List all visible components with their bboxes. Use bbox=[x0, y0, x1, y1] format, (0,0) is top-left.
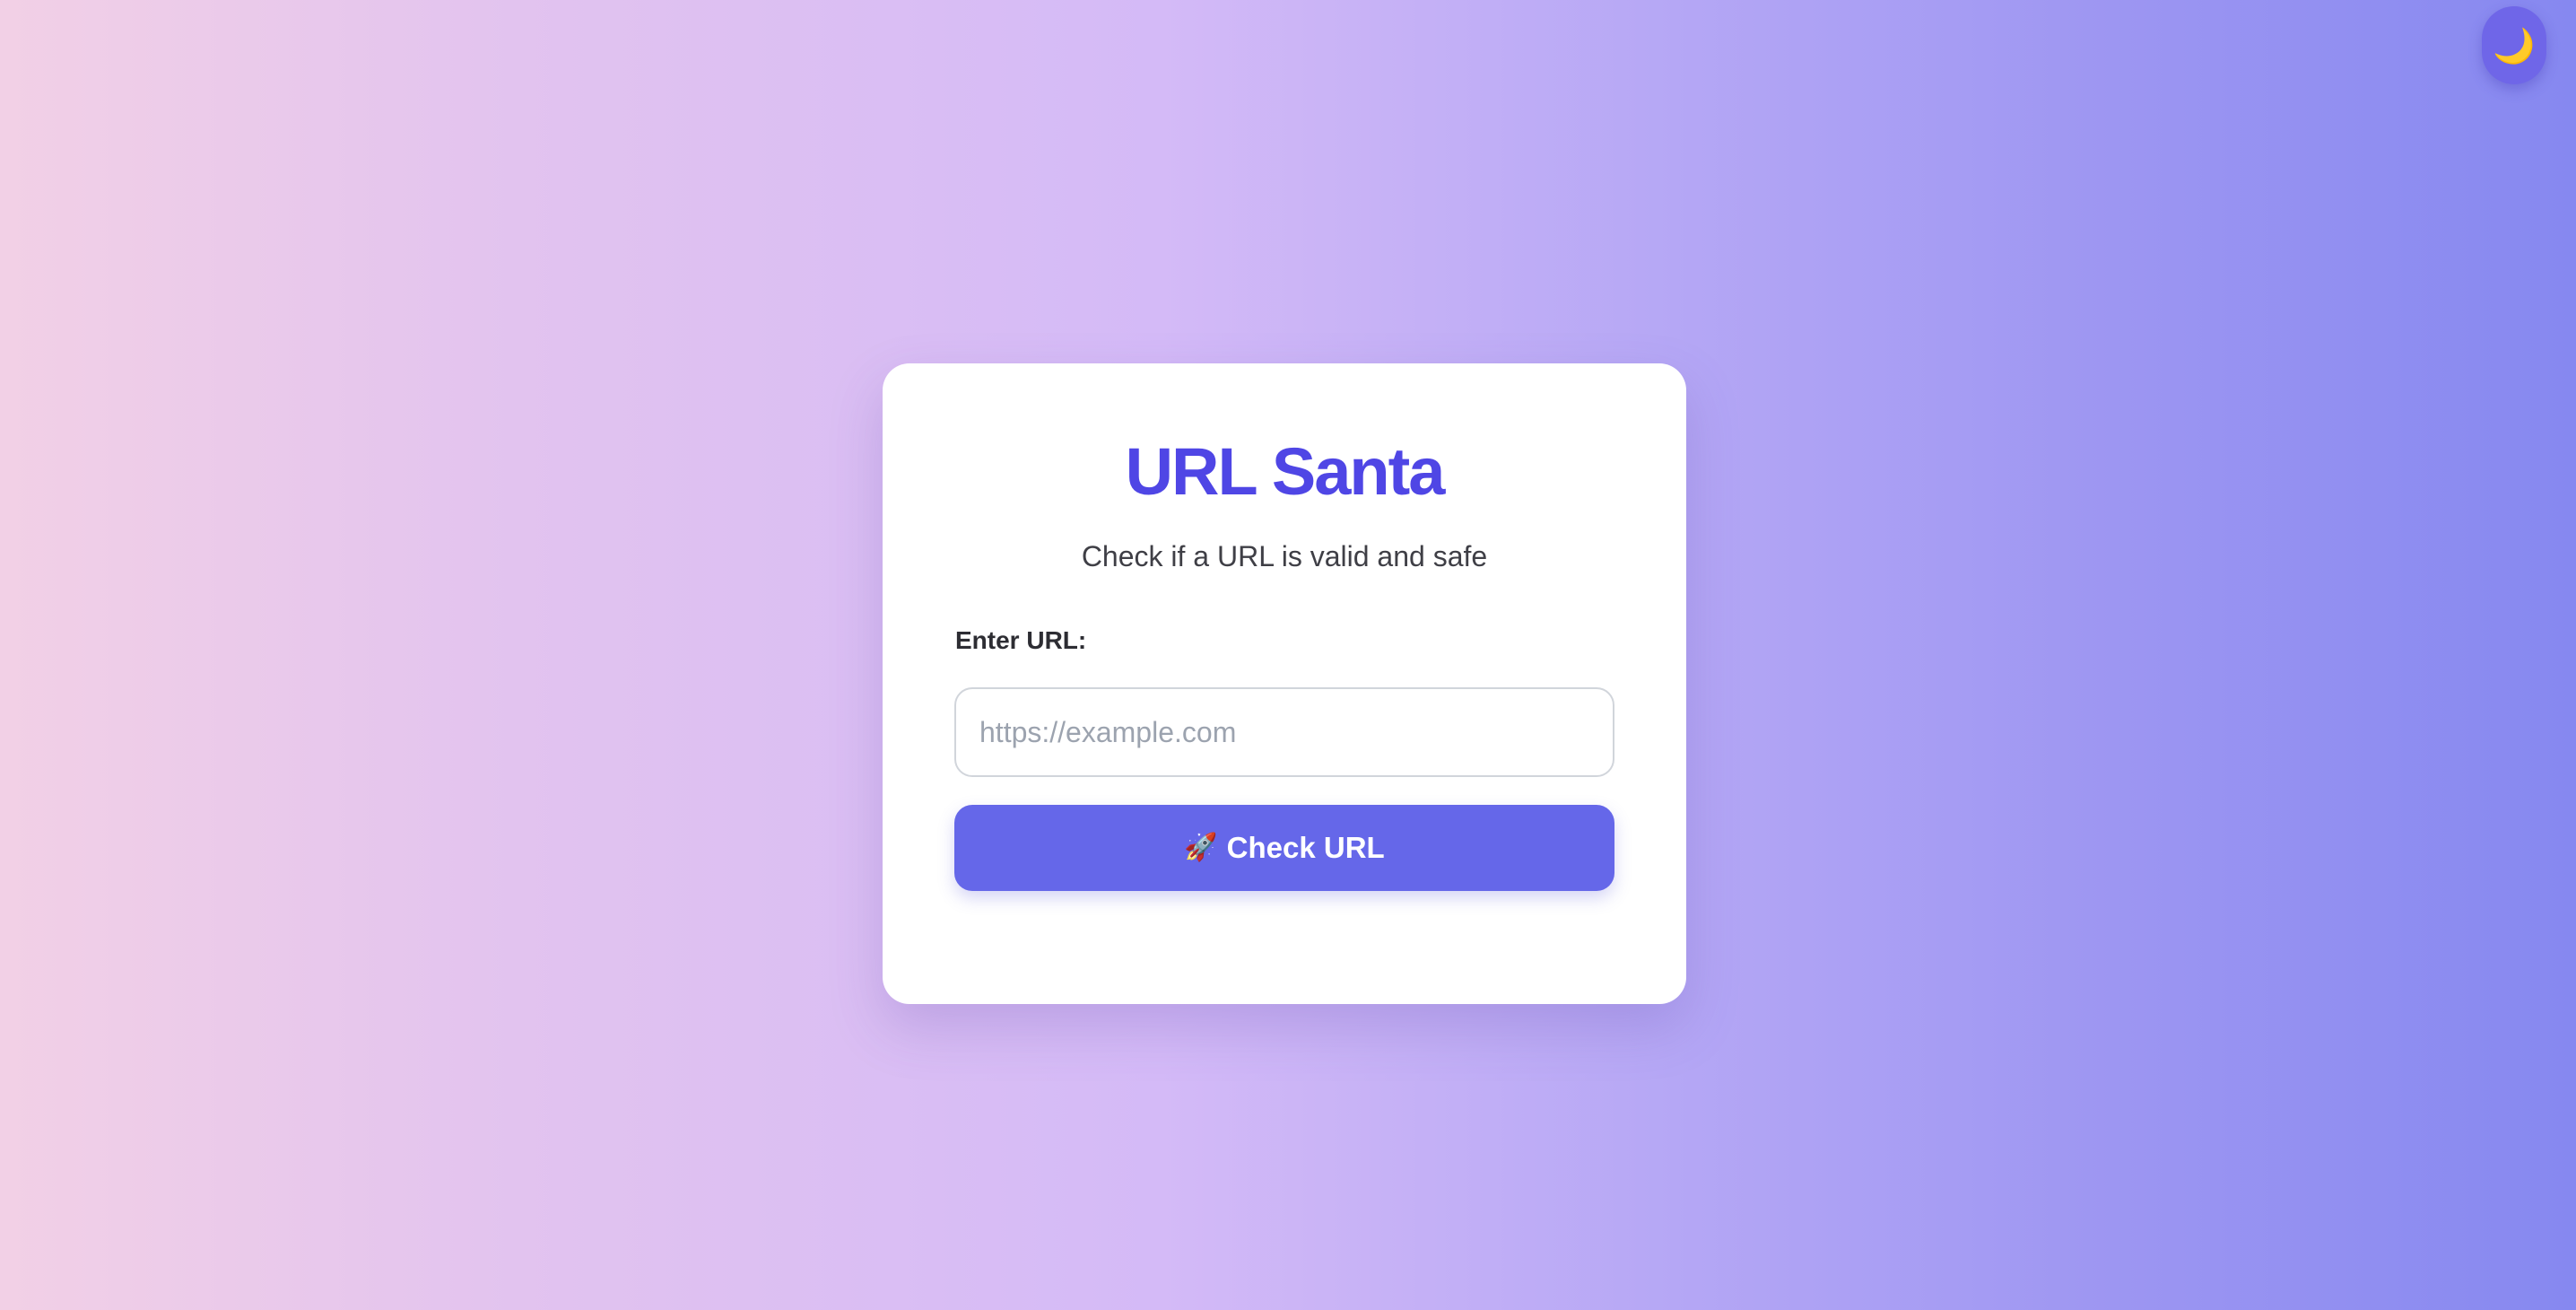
url-check-card: URL Santa Check if a URL is valid and sa… bbox=[883, 363, 1686, 1004]
moon-icon: 🌙 bbox=[2493, 25, 2536, 66]
rocket-icon: 🚀 bbox=[1184, 832, 1218, 863]
page-title: URL Santa bbox=[1125, 434, 1446, 509]
url-input[interactable] bbox=[954, 687, 1614, 777]
check-url-button-label: Check URL bbox=[1226, 831, 1385, 864]
check-url-button[interactable]: 🚀 Check URL bbox=[954, 805, 1614, 891]
theme-toggle-button[interactable]: 🌙 bbox=[2482, 6, 2546, 84]
url-field-label: Enter URL: bbox=[955, 626, 1087, 654]
page-subtitle: Check if a URL is valid and safe bbox=[1081, 540, 1488, 572]
